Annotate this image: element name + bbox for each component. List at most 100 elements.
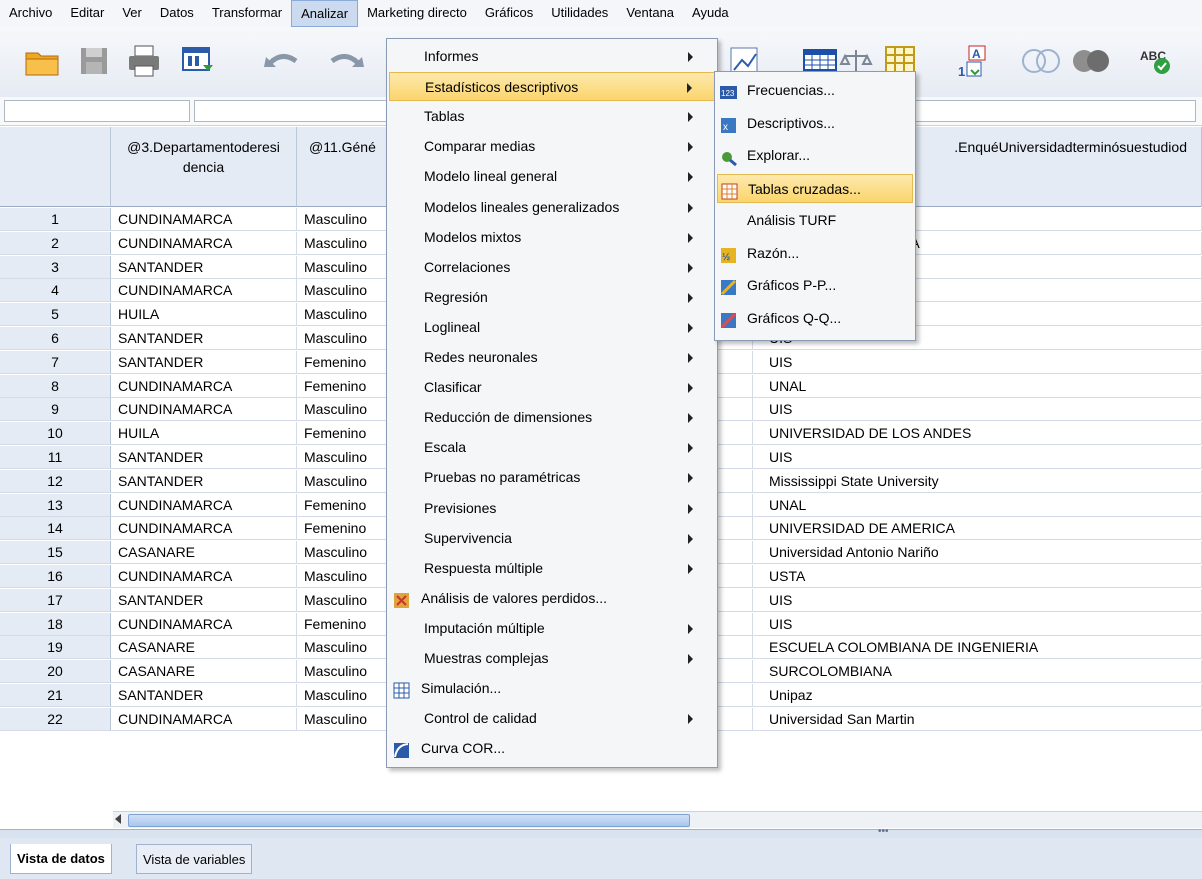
undo-icon[interactable] xyxy=(262,41,302,81)
cell-universidad[interactable]: Mississippi State University xyxy=(753,469,1202,493)
menu-utilidades[interactable]: Utilidades xyxy=(542,0,617,27)
cell-name-box[interactable] xyxy=(4,100,190,122)
menu-item-regresion[interactable]: Regresión xyxy=(389,283,715,312)
menu-item-comparar-medias[interactable]: Comparar medias xyxy=(389,132,715,161)
menu-item-modelo-lineal-general[interactable]: Modelo lineal general xyxy=(389,162,715,191)
cell-universidad[interactable]: UIS xyxy=(753,398,1202,422)
row-number[interactable]: 4 xyxy=(0,279,111,303)
tab-data-view[interactable]: Vista de datos xyxy=(10,844,112,874)
row-number[interactable]: 8 xyxy=(0,374,111,398)
tab-variable-view[interactable]: Vista de variables xyxy=(136,844,253,874)
print-icon[interactable] xyxy=(124,41,164,81)
cell-universidad[interactable]: UIS xyxy=(753,612,1202,636)
cell-genero[interactable]: Femenino xyxy=(297,422,387,446)
menu-item-simulacion[interactable]: Simulación... xyxy=(389,674,715,703)
cell-departamento[interactable]: SANTANDER xyxy=(111,588,297,612)
cell-departamento[interactable]: CUNDINAMARCA xyxy=(111,231,297,255)
menu-item-muestras-complejas[interactable]: Muestras complejas xyxy=(389,644,715,673)
row-number[interactable]: 15 xyxy=(0,541,111,565)
menu-ayuda[interactable]: Ayuda xyxy=(683,0,738,27)
cell-universidad[interactable]: UNIVERSIDAD DE AMERICA xyxy=(753,517,1202,541)
cell-universidad[interactable]: UNAL xyxy=(753,493,1202,517)
row-number[interactable]: 13 xyxy=(0,493,111,517)
cell-genero[interactable]: Masculino xyxy=(297,684,387,707)
cell-universidad[interactable]: UIS xyxy=(753,350,1202,374)
row-number[interactable]: 1 xyxy=(0,208,111,231)
cell-genero[interactable]: Masculino xyxy=(297,231,387,255)
dialog-recall-icon[interactable] xyxy=(178,41,218,81)
cell-universidad[interactable]: UIS xyxy=(753,446,1202,469)
cell-genero[interactable]: Femenino xyxy=(297,493,387,517)
menu-item-informes[interactable]: Informes xyxy=(389,42,715,71)
menu-item-analisis-turf[interactable]: Análisis TURF xyxy=(717,206,913,235)
cell-universidad[interactable]: ESCUELA COLOMBIANA DE INGENIERIA xyxy=(753,636,1202,660)
row-number[interactable]: 7 xyxy=(0,350,111,374)
use-sets-icon[interactable] xyxy=(1070,41,1110,81)
spell-check-icon[interactable]: ABC xyxy=(1136,41,1176,81)
menu-item-analisis-de-valores-perdidos[interactable]: Análisis de valores perdidos... xyxy=(389,584,715,613)
cell-departamento[interactable]: CASANARE xyxy=(111,660,297,684)
row-number[interactable]: 21 xyxy=(0,684,111,707)
scroll-left-arrow-icon[interactable] xyxy=(115,814,121,824)
menu-item-pruebas-no-parametricas[interactable]: Pruebas no paramétricas xyxy=(389,463,715,492)
cell-genero[interactable]: Masculino xyxy=(297,255,387,279)
cell-genero[interactable]: Masculino xyxy=(297,446,387,469)
menu-graficos[interactable]: Gráficos xyxy=(476,0,542,27)
row-number[interactable]: 19 xyxy=(0,636,111,660)
cell-genero[interactable]: Masculino xyxy=(297,565,387,588)
horizontal-scrollbar[interactable] xyxy=(113,811,1202,828)
cell-universidad[interactable]: Universidad San Martin xyxy=(753,707,1202,731)
menu-item-graficos-q-q[interactable]: Gráficos Q-Q... xyxy=(717,304,913,333)
row-number[interactable]: 3 xyxy=(0,255,111,279)
cell-departamento[interactable]: HUILA xyxy=(111,303,297,327)
row-number[interactable]: 6 xyxy=(0,327,111,350)
row-number[interactable]: 11 xyxy=(0,446,111,469)
menu-ventana[interactable]: Ventana xyxy=(617,0,683,27)
menu-item-modelos-mixtos[interactable]: Modelos mixtos xyxy=(389,223,715,252)
menu-item-control-de-calidad[interactable]: Control de calidad xyxy=(389,704,715,733)
cell-genero[interactable]: Femenino xyxy=(297,350,387,374)
splitter-grip-icon[interactable]: ••• xyxy=(878,826,889,837)
cell-departamento[interactable]: CUNDINAMARCA xyxy=(111,398,297,422)
menu-marketing-directo[interactable]: Marketing directo xyxy=(358,0,476,27)
menu-item-modelos-lineales-generalizados[interactable]: Modelos lineales generalizados xyxy=(389,193,715,222)
cell-universidad[interactable]: USTA xyxy=(753,565,1202,588)
row-number[interactable]: 17 xyxy=(0,588,111,612)
menu-ver[interactable]: Ver xyxy=(113,0,151,27)
column-header-departamento[interactable]: @3.Departamentoderesi dencia xyxy=(111,127,297,207)
cell-genero[interactable]: Masculino xyxy=(297,588,387,612)
cell-departamento[interactable]: CUNDINAMARCA xyxy=(111,707,297,731)
cell-genero[interactable]: Femenino xyxy=(297,517,387,541)
row-number[interactable]: 20 xyxy=(0,660,111,684)
cell-genero[interactable]: Masculino xyxy=(297,541,387,565)
cell-departamento[interactable]: SANTANDER xyxy=(111,255,297,279)
cell-departamento[interactable]: CUNDINAMARCA xyxy=(111,374,297,398)
cell-genero[interactable]: Masculino xyxy=(297,636,387,660)
cell-universidad[interactable]: UIS xyxy=(753,588,1202,612)
row-number[interactable]: 12 xyxy=(0,469,111,493)
cell-departamento[interactable]: CUNDINAMARCA xyxy=(111,279,297,303)
menu-item-escala[interactable]: Escala xyxy=(389,433,715,462)
cell-departamento[interactable]: CASANARE xyxy=(111,541,297,565)
save-icon[interactable] xyxy=(74,41,114,81)
cell-genero[interactable]: Masculino xyxy=(297,279,387,303)
menu-transformar[interactable]: Transformar xyxy=(203,0,291,27)
menu-item-redes-neuronales[interactable]: Redes neuronales xyxy=(389,343,715,372)
cell-universidad[interactable]: UNAL xyxy=(753,374,1202,398)
cell-genero[interactable]: Masculino xyxy=(297,208,387,231)
row-number[interactable]: 5 xyxy=(0,303,111,327)
cell-genero[interactable]: Femenino xyxy=(297,612,387,636)
cell-genero[interactable]: Masculino xyxy=(297,327,387,350)
menu-item-loglineal[interactable]: Loglineal xyxy=(389,313,715,342)
menu-item-curva-cor[interactable]: Curva COR... xyxy=(389,734,715,763)
cell-departamento[interactable]: CUNDINAMARCA xyxy=(111,612,297,636)
cell-departamento[interactable]: SANTANDER xyxy=(111,327,297,350)
cell-departamento[interactable]: SANTANDER xyxy=(111,350,297,374)
row-number[interactable]: 9 xyxy=(0,398,111,422)
scrollbar-thumb[interactable] xyxy=(128,814,690,827)
row-number[interactable]: 10 xyxy=(0,422,111,446)
menu-item-tablas-cruzadas[interactable]: Tablas cruzadas... xyxy=(717,173,913,203)
cell-universidad[interactable]: UNIVERSIDAD DE LOS ANDES xyxy=(753,422,1202,446)
menu-item-clasificar[interactable]: Clasificar xyxy=(389,373,715,402)
menu-analizar[interactable]: Analizar xyxy=(291,0,359,27)
